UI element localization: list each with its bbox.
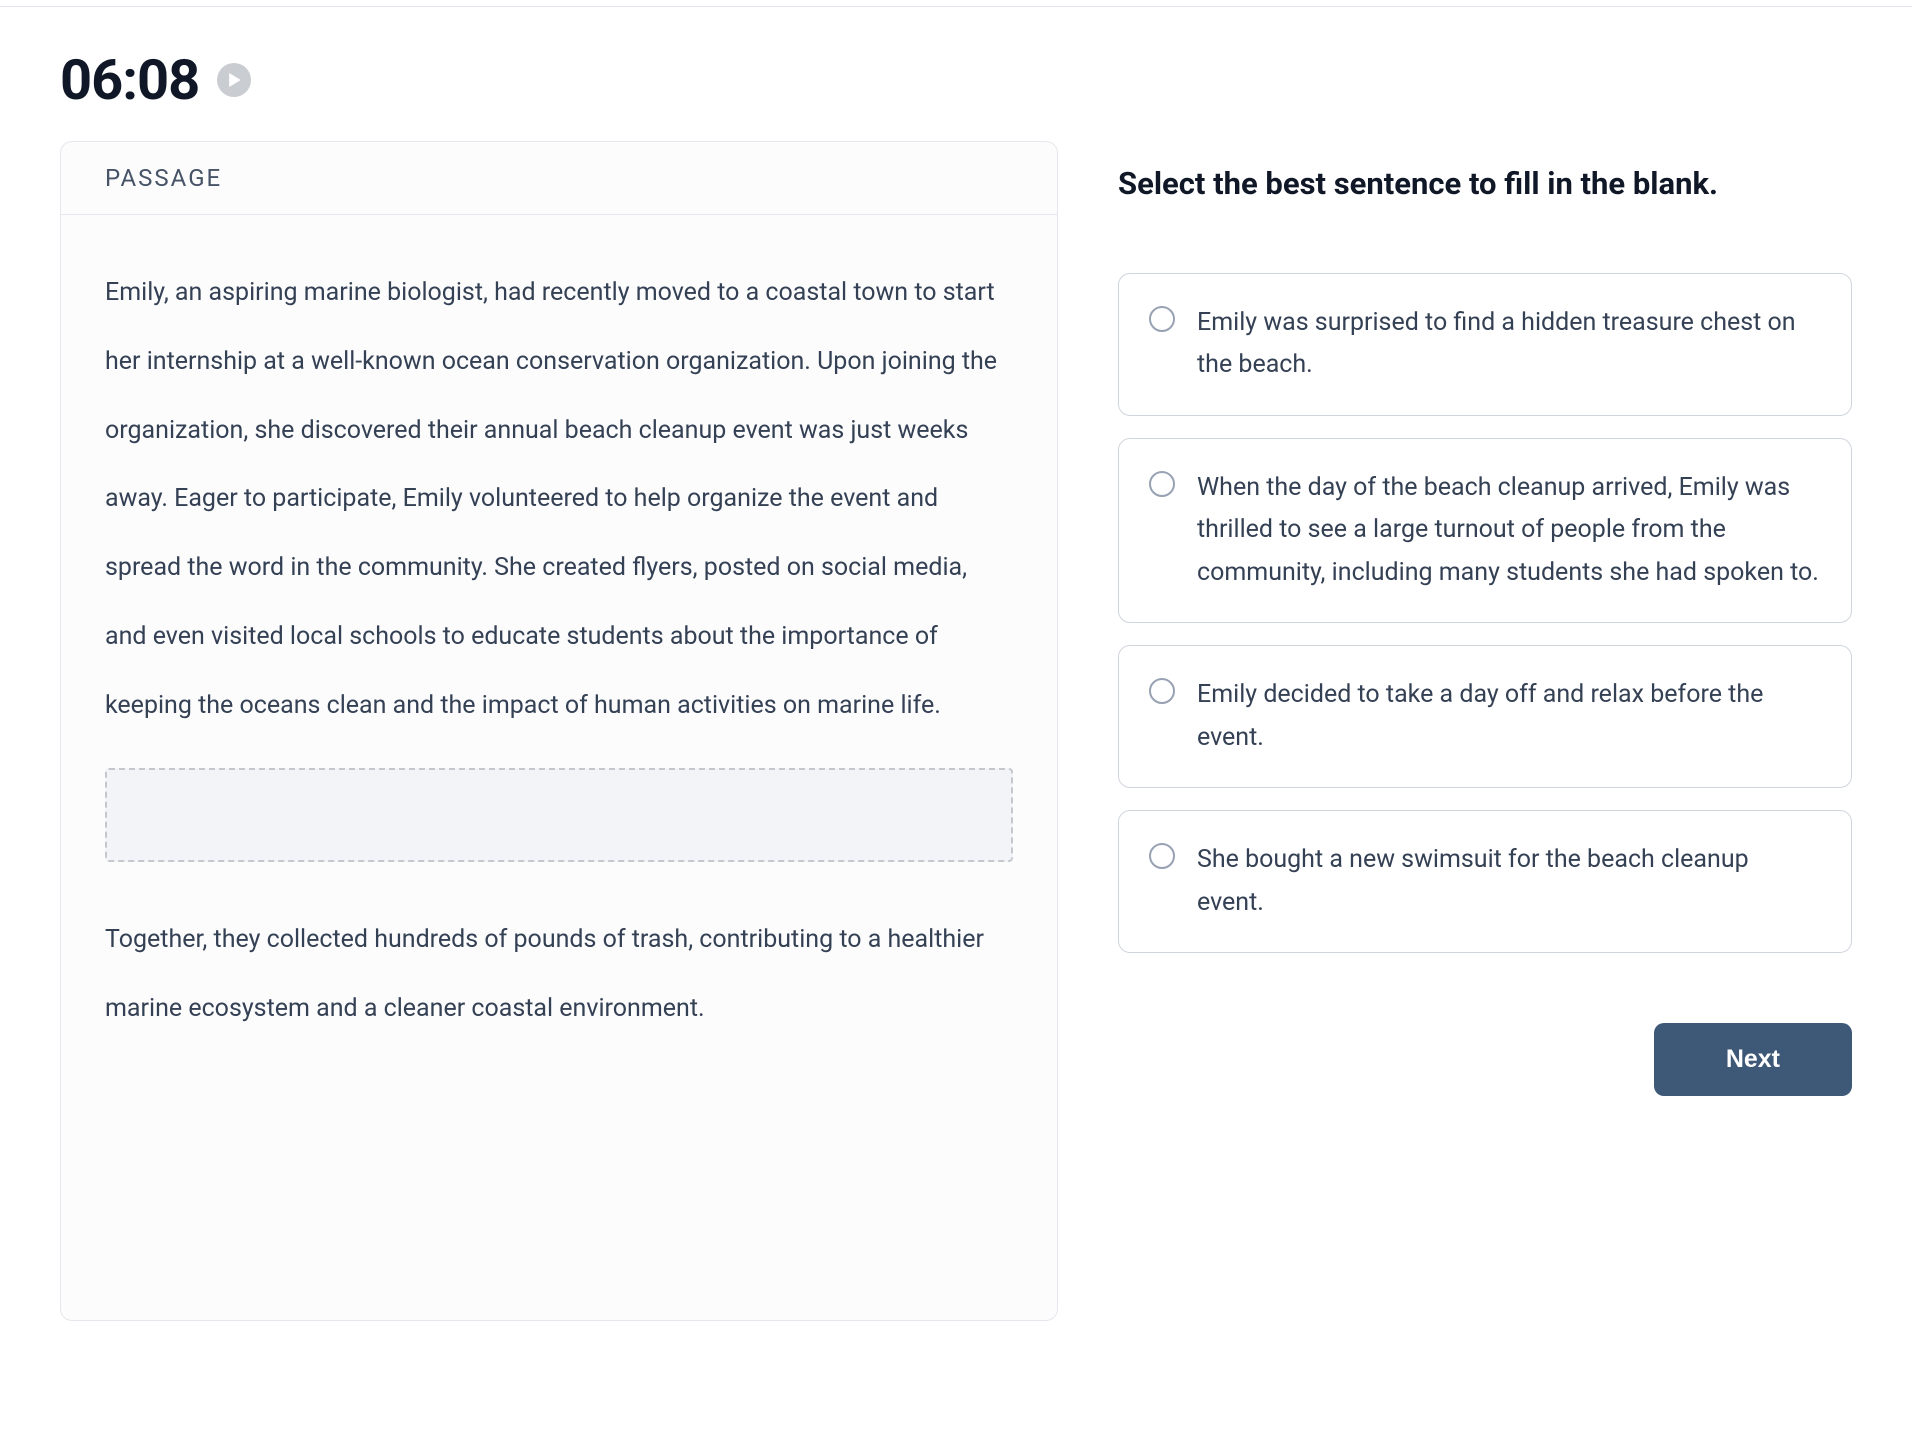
option-text: When the day of the beach cleanup arrive… — [1197, 467, 1821, 595]
option-text: She bought a new swimsuit for the beach … — [1197, 839, 1821, 924]
timer-display: 06:08 — [60, 47, 199, 113]
passage-card: PASSAGE Emily, an aspiring marine biolog… — [60, 141, 1058, 1321]
option-text: Emily was surprised to find a hidden tre… — [1197, 302, 1821, 387]
passage-paragraph-2: Together, they collected hundreds of pou… — [105, 906, 1013, 1044]
option-2[interactable]: When the day of the beach cleanup arrive… — [1118, 438, 1852, 624]
content-row: PASSAGE Emily, an aspiring marine biolog… — [60, 141, 1852, 1321]
option-text: Emily decided to take a day off and rela… — [1197, 674, 1821, 759]
option-1[interactable]: Emily was surprised to find a hidden tre… — [1118, 273, 1852, 416]
play-icon — [228, 73, 242, 87]
radio-icon — [1149, 843, 1175, 869]
button-row: Next — [1118, 1023, 1852, 1096]
question-prompt: Select the best sentence to fill in the … — [1118, 159, 1852, 209]
play-button[interactable] — [217, 63, 251, 97]
passage-body: Emily, an aspiring marine biologist, had… — [61, 215, 1057, 1104]
main-container: 06:08 PASSAGE Emily, an aspiring marine … — [0, 7, 1912, 1381]
radio-icon — [1149, 678, 1175, 704]
next-button[interactable]: Next — [1654, 1023, 1852, 1096]
fill-blank-box — [105, 768, 1013, 862]
option-3[interactable]: Emily decided to take a day off and rela… — [1118, 645, 1852, 788]
timer-row: 06:08 — [60, 47, 1852, 113]
radio-icon — [1149, 471, 1175, 497]
passage-header: PASSAGE — [61, 142, 1057, 215]
option-4[interactable]: She bought a new swimsuit for the beach … — [1118, 810, 1852, 953]
radio-icon — [1149, 306, 1175, 332]
options-list: Emily was surprised to find a hidden tre… — [1118, 273, 1852, 954]
passage-paragraph-1: Emily, an aspiring marine biologist, had… — [105, 259, 1013, 740]
question-column: Select the best sentence to fill in the … — [1118, 141, 1852, 1096]
